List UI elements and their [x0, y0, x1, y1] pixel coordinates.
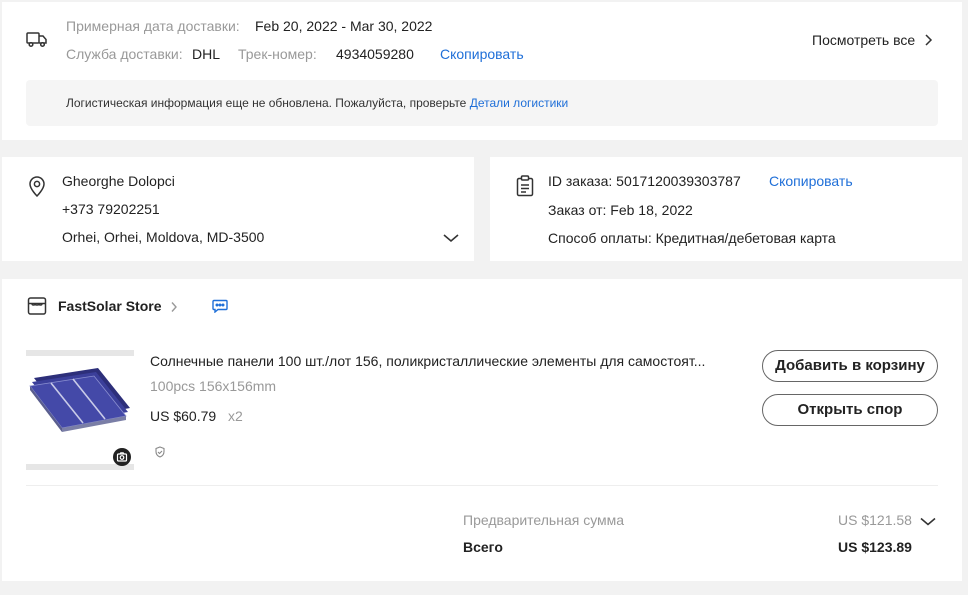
payment-method-label: Способ оплаты:: [548, 230, 652, 246]
payment-method-value: Кредитная/дебетовая карта: [655, 230, 836, 246]
recipient-name: Gheorghe Dolopci: [62, 173, 175, 189]
address-card: Gheorghe Dolopci +373 79202251 Orhei, Or…: [2, 157, 474, 261]
subtotal-label: Предварительная сумма: [463, 512, 625, 528]
logistics-details-link[interactable]: Детали логистики: [470, 96, 569, 110]
order-id-value: 5017120039303787: [616, 173, 741, 189]
chevron-right-icon: [923, 33, 933, 50]
store-order-card: FastSolar Store Солнечные панели 100 шт.…: [2, 279, 962, 581]
tracking-number-label: Трек-номер:: [238, 46, 317, 62]
divider: [26, 485, 938, 486]
copy-tracking-link[interactable]: Скопировать: [440, 46, 524, 62]
chat-icon[interactable]: [212, 299, 228, 318]
order-id-label: ID заказа:: [548, 173, 613, 189]
view-all-link[interactable]: Посмотреть все: [812, 32, 933, 50]
logistics-notice-text: Логистическая информация еще не обновлен…: [66, 96, 467, 110]
chevron-right-icon[interactable]: [170, 300, 178, 318]
chevron-down-icon[interactable]: [442, 231, 460, 249]
camera-icon[interactable]: [113, 448, 131, 466]
view-all-label: Посмотреть все: [812, 32, 916, 48]
delivery-service-value: DHL: [192, 46, 221, 62]
product-image[interactable]: [26, 350, 134, 470]
copy-order-id-link[interactable]: Скопировать: [769, 173, 853, 189]
recipient-address: Orhei, Orhei, Moldova, MD-3500: [62, 229, 265, 245]
product-title-link[interactable]: Солнечные панели 100 шт./лот 156, поликр…: [150, 353, 705, 369]
open-dispute-button[interactable]: Открыть спор: [762, 394, 938, 426]
total-label: Всего: [463, 539, 503, 555]
payment-method: Способ оплаты: Кредитная/дебетовая карта: [548, 230, 836, 246]
order-info-card: ID заказа: 5017120039303787 Скопировать …: [490, 157, 962, 261]
subtotal-value: US $121.58: [838, 512, 912, 528]
delivery-service-label: Служба доставки:: [66, 46, 183, 62]
order-date-label: Заказ от:: [548, 202, 607, 218]
chevron-down-icon[interactable]: [919, 515, 937, 533]
clipboard-icon: [516, 175, 534, 202]
order-id: ID заказа: 5017120039303787: [548, 173, 741, 189]
product-price: US $60.79: [150, 408, 217, 424]
location-pin-icon: [27, 175, 47, 202]
estimated-date-value: Feb 20, 2022 - Mar 30, 2022: [255, 18, 433, 34]
product-quantity: x2: [228, 408, 243, 424]
logistics-notice: Логистическая информация еще не обновлен…: [26, 80, 938, 126]
total-value: US $123.89: [838, 539, 912, 555]
store-name-link[interactable]: FastSolar Store: [58, 298, 161, 314]
store-icon: [27, 296, 47, 321]
recipient-phone: +373 79202251: [62, 201, 160, 217]
order-date: Заказ от: Feb 18, 2022: [548, 202, 693, 218]
add-to-cart-button[interactable]: Добавить в корзину: [762, 350, 938, 382]
estimated-date-label: Примерная дата доставки:: [66, 18, 240, 34]
order-date-value: Feb 18, 2022: [610, 202, 693, 218]
shield-icon: [154, 445, 166, 463]
product-variant: 100pcs 156x156mm: [150, 378, 277, 394]
tracking-number-value: 4934059280: [336, 46, 414, 62]
shipping-card: Примерная дата доставки: Feb 20, 2022 - …: [2, 2, 962, 140]
truck-icon: [26, 30, 48, 53]
